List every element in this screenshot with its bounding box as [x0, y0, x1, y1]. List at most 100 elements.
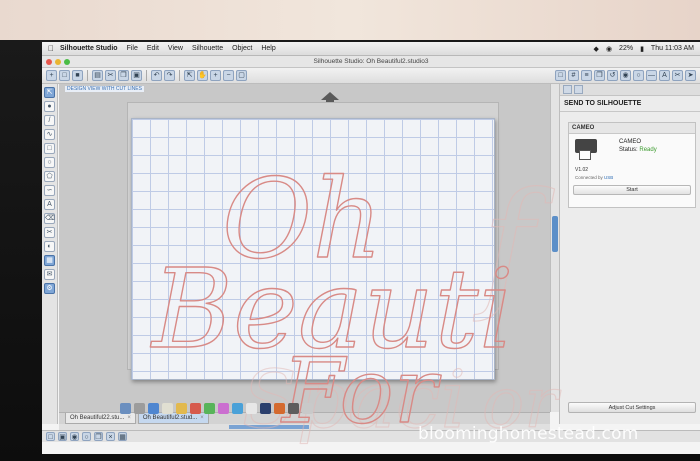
select-all-icon[interactable]: ▦: [118, 432, 127, 441]
screen:  Silhouette Studio File Edit View Silho…: [42, 42, 700, 454]
launchpad-icon[interactable]: [134, 403, 145, 414]
polygon-icon[interactable]: ⬠: [44, 171, 55, 182]
notes-icon[interactable]: [176, 403, 187, 414]
text-style-icon[interactable]: A: [659, 70, 670, 81]
cutting-mat-grid[interactable]: [131, 118, 495, 380]
menu-view[interactable]: View: [168, 45, 183, 52]
line-color-icon[interactable]: ○: [633, 70, 644, 81]
dropbox-icon[interactable]: ◆: [594, 45, 599, 53]
curve-icon[interactable]: ∿: [44, 129, 55, 140]
clock[interactable]: Thu 11:03 AM: [651, 45, 694, 52]
calendar-icon[interactable]: [190, 403, 201, 414]
pan-icon[interactable]: ✋: [197, 70, 208, 81]
store-icon[interactable]: ✉: [44, 269, 55, 280]
ungroup-icon[interactable]: ▣: [58, 432, 67, 441]
zoom-icon[interactable]: [64, 59, 70, 65]
itunes-icon[interactable]: [218, 403, 229, 414]
device-card[interactable]: CAMEO CAMEO Status: Ready V1.02 Connecte…: [568, 122, 696, 208]
start-button[interactable]: Start: [573, 185, 691, 195]
group-icon[interactable]: □: [46, 432, 55, 441]
grid-icon[interactable]: #: [568, 70, 579, 81]
new-document-icon[interactable]: +: [46, 70, 57, 81]
zoom-fit-icon[interactable]: ▢: [236, 70, 247, 81]
trash-icon[interactable]: [302, 403, 313, 414]
battery-icon[interactable]: ▮: [640, 45, 644, 53]
minimize-icon[interactable]: [55, 59, 61, 65]
select-icon[interactable]: ⇱: [184, 70, 195, 81]
duplicate-icon[interactable]: ❐: [94, 432, 103, 441]
paste-icon[interactable]: ▣: [131, 70, 142, 81]
page-setup-icon[interactable]: □: [555, 70, 566, 81]
cut-settings-icon[interactable]: ⚙: [44, 283, 55, 294]
line-icon[interactable]: /: [44, 115, 55, 126]
delete-icon[interactable]: ×: [106, 432, 115, 441]
menu-help[interactable]: Help: [261, 45, 275, 52]
scrollbar-thumb[interactable]: [552, 216, 558, 252]
send-panel: SEND TO SILHOUETTE CAMEO CAMEO Status: R…: [559, 84, 700, 424]
align-icon[interactable]: ≡: [581, 70, 592, 81]
doc-tab-active[interactable]: Oh Beautiful2.stud... ×: [137, 413, 209, 424]
battery-percent[interactable]: 22%: [619, 45, 633, 52]
close-icon[interactable]: ×: [127, 415, 131, 421]
undo-icon[interactable]: ↶: [151, 70, 162, 81]
menu-object[interactable]: Object: [232, 45, 252, 52]
release-icon[interactable]: ○: [82, 432, 91, 441]
freehand-icon[interactable]: ∽: [44, 185, 55, 196]
app-store-icon[interactable]: [232, 403, 243, 414]
device-name: CAMEO: [619, 139, 642, 145]
panel-tab-icon[interactable]: [563, 85, 572, 94]
design-canvas[interactable]: DESIGN VIEW WITH CUT LINES: [59, 84, 550, 412]
panel-tabs: [560, 84, 700, 96]
messages-icon[interactable]: [204, 403, 215, 414]
transform-icon[interactable]: ↺: [607, 70, 618, 81]
wifi-icon[interactable]: ◉: [606, 45, 612, 53]
replicate-icon[interactable]: ❐: [594, 70, 605, 81]
mail-icon[interactable]: [162, 403, 173, 414]
chrome-icon[interactable]: [246, 403, 257, 414]
scrollbar-thumb[interactable]: [229, 425, 309, 429]
cut-icon[interactable]: ✂: [105, 70, 116, 81]
finder-icon[interactable]: [120, 403, 131, 414]
doc-tab-label: Oh Beautiful2.stud...: [142, 415, 198, 421]
menu-silhouette[interactable]: Silhouette: [192, 45, 223, 52]
silhouette-icon[interactable]: [288, 403, 299, 414]
ellipse-icon[interactable]: ○: [44, 157, 55, 168]
safari-icon[interactable]: [148, 403, 159, 414]
apple-icon[interactable]: : [42, 44, 60, 53]
photoshop-icon[interactable]: [260, 403, 271, 414]
library-icon[interactable]: ▦: [44, 255, 55, 266]
eraser-icon[interactable]: ⌫: [44, 213, 55, 224]
doc-tab[interactable]: Oh Beautiful22.stu... ×: [65, 413, 136, 424]
pointer-icon[interactable]: ⇱: [44, 87, 55, 98]
compound-icon[interactable]: ◉: [70, 432, 79, 441]
menu-file[interactable]: File: [127, 45, 138, 52]
text-icon[interactable]: A: [44, 199, 55, 210]
close-icon[interactable]: [46, 59, 52, 65]
copy-icon[interactable]: ❐: [118, 70, 129, 81]
cut-settings-icon[interactable]: ✂: [672, 70, 683, 81]
device-header: CAMEO: [569, 123, 695, 134]
status-label: Status:: [619, 147, 638, 153]
send-to-silhouette-icon[interactable]: ➤: [685, 70, 696, 81]
edit-points-icon[interactable]: ●: [44, 101, 55, 112]
connection-info: Connected by USB: [575, 175, 613, 180]
print-icon[interactable]: ▤: [92, 70, 103, 81]
menu-app-name[interactable]: Silhouette Studio: [60, 45, 118, 52]
save-icon[interactable]: ■: [72, 70, 83, 81]
zoom-in-icon[interactable]: +: [210, 70, 221, 81]
tool-rail: ⇱ ● / ∿ □ ○ ⬠ ∽ A ⌫ ✂ ◐ ▦ ✉ ⚙: [42, 84, 58, 424]
open-icon[interactable]: □: [59, 70, 70, 81]
menu-edit[interactable]: Edit: [147, 45, 159, 52]
line-style-icon[interactable]: —: [646, 70, 657, 81]
rectangle-icon[interactable]: □: [44, 143, 55, 154]
panel-tab-icon[interactable]: [574, 85, 583, 94]
redo-icon[interactable]: ↷: [164, 70, 175, 81]
fill-icon[interactable]: ◐: [44, 241, 55, 252]
vertical-scrollbar[interactable]: [550, 84, 559, 412]
bridge-icon[interactable]: [274, 403, 285, 414]
zoom-out-icon[interactable]: −: [223, 70, 234, 81]
close-icon[interactable]: ×: [200, 415, 204, 421]
knife-icon[interactable]: ✂: [44, 227, 55, 238]
fill-color-icon[interactable]: ◉: [620, 70, 631, 81]
device-status: Status: Ready: [619, 147, 657, 153]
